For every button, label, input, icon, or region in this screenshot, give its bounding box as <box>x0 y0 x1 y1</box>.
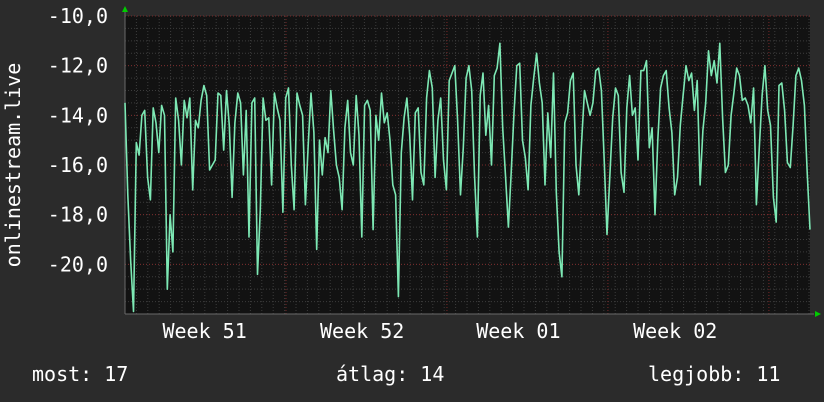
y-tick-label: -14,0 <box>48 103 108 127</box>
y-tick-label: -12,0 <box>48 54 108 78</box>
x-tick-label: Week 52 <box>320 319 404 343</box>
x-tick-label: Week 02 <box>633 319 717 343</box>
y-tick-label: -10,0 <box>48 4 108 28</box>
y-tick-labels: -10,0 -12,0 -14,0 -16,0 -18,0 -20,0 <box>48 4 108 276</box>
stat-best-value: 11 <box>756 362 781 386</box>
y-axis-arrow <box>122 6 128 12</box>
stat-average-label: átlag: <box>336 362 409 386</box>
x-tick-label: Week 01 <box>476 319 560 343</box>
y-tick-label: -16,0 <box>48 153 108 177</box>
y-tick-label: -18,0 <box>48 203 108 227</box>
stat-average-value: 14 <box>420 362 445 386</box>
y-axis-label: onlinestream.live <box>1 63 25 268</box>
x-axis-arrow <box>815 311 821 317</box>
chart-svg: -10,0-12,0-14,0-16,0-18,0-20,0 Week 51 We… <box>1 4 821 343</box>
x-tick-label: Week 51 <box>162 319 246 343</box>
y-tick-label: -20,0 <box>48 252 108 276</box>
stat-current-label: most: <box>32 362 93 386</box>
stat-current-value: 17 <box>104 362 129 386</box>
x-tick-labels: Week 51 Week 52 Week 01 Week 02 <box>162 319 717 343</box>
stat-best-label: legjobb: <box>648 362 745 386</box>
stat-current: most: 17 <box>32 362 128 386</box>
stat-best: legjobb: 11 <box>648 362 780 386</box>
stat-average: átlag: 14 <box>336 362 444 386</box>
